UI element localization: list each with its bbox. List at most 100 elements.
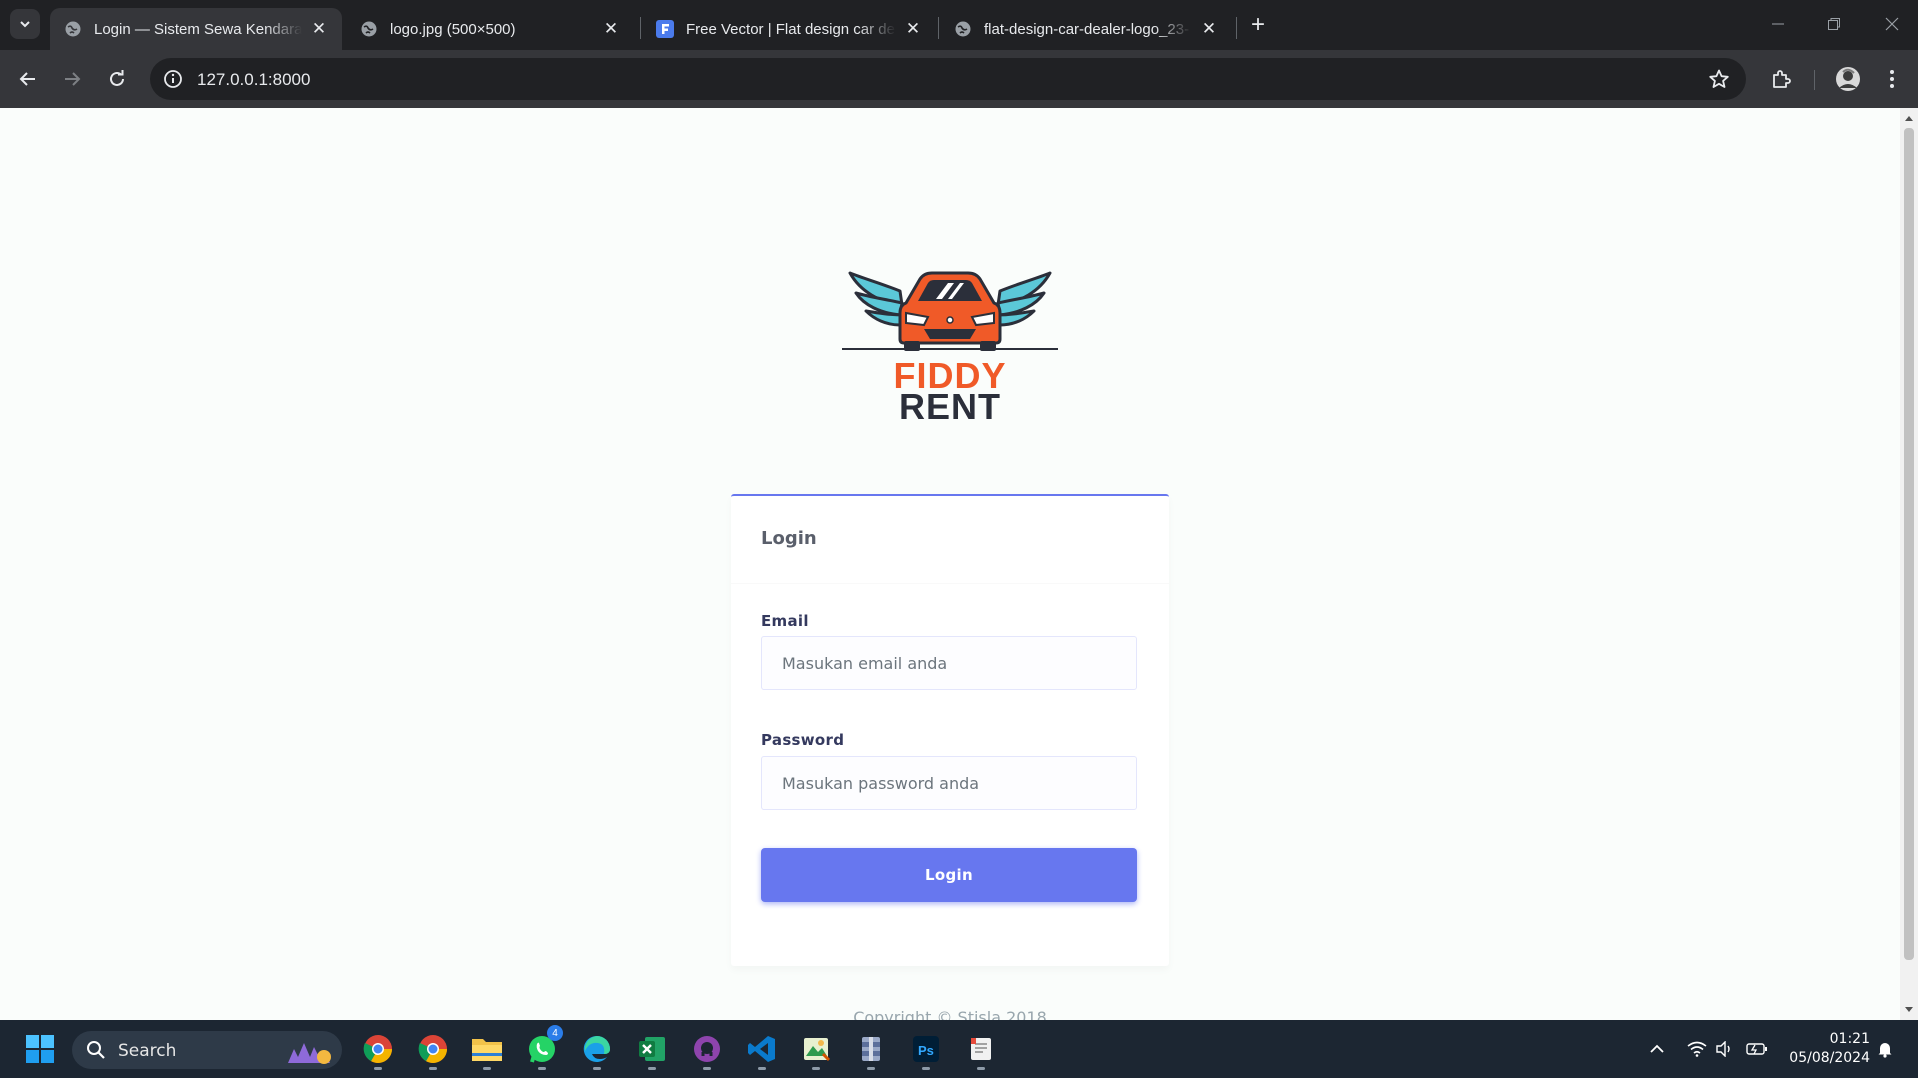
chrome-icon — [363, 1035, 392, 1063]
taskbar-chrome-1[interactable] — [357, 1028, 399, 1070]
running-indicator — [812, 1067, 820, 1070]
bookmark-star-icon[interactable] — [1708, 68, 1730, 90]
email-field[interactable] — [761, 636, 1137, 690]
restore-icon — [1828, 18, 1840, 30]
extensions-button[interactable] — [1767, 65, 1795, 93]
scroll-down-arrow[interactable] — [1905, 1007, 1913, 1012]
new-tab-button[interactable]: + — [1245, 11, 1271, 38]
taskbar-photoshop[interactable]: Ps — [905, 1028, 947, 1070]
start-button[interactable] — [19, 1028, 61, 1070]
battery-status[interactable] — [1746, 1038, 1768, 1060]
edge-icon — [583, 1035, 610, 1062]
taskbar-search[interactable]: Search — [72, 1031, 342, 1069]
copyright-text: Copyright © Stisla 2018 — [853, 1008, 1047, 1020]
taskbar-file-explorer[interactable] — [466, 1028, 508, 1070]
running-indicator — [922, 1067, 930, 1070]
windows-logo-icon — [26, 1035, 54, 1063]
chevron-down-icon — [20, 21, 30, 28]
close-icon[interactable]: ✕ — [310, 19, 328, 38]
running-indicator — [374, 1067, 382, 1070]
minimize-icon — [1772, 23, 1784, 25]
page-viewport: FIDDY RENT Login Email Password Login Co… — [0, 108, 1900, 1020]
page-scrollbar[interactable] — [1900, 108, 1918, 1020]
tab-title: flat-design-car-dealer-logo_23- — [984, 20, 1190, 38]
search-label: Search — [118, 1041, 177, 1061]
taskbar-chrome-2[interactable] — [412, 1028, 454, 1070]
running-indicator — [429, 1067, 437, 1070]
wifi-icon — [1687, 1041, 1707, 1057]
scroll-thumb[interactable] — [1904, 128, 1914, 960]
toolbar-divider — [1814, 70, 1815, 90]
tab-title: Free Vector | Flat design car dealer — [686, 20, 896, 38]
profile-avatar[interactable] — [1834, 65, 1862, 93]
archive-icon — [862, 1037, 880, 1061]
vscode-icon — [748, 1036, 775, 1062]
close-icon — [1885, 17, 1899, 31]
back-button[interactable] — [12, 63, 44, 95]
freepik-icon — [656, 20, 674, 38]
running-indicator — [593, 1067, 601, 1070]
taskbar-winrar[interactable] — [850, 1028, 892, 1070]
browser-toolbar: 127.0.0.1:8000 — [0, 50, 1918, 108]
password-field[interactable] — [761, 756, 1137, 810]
running-indicator — [703, 1067, 711, 1070]
taskbar-whatsapp[interactable]: 4 — [521, 1025, 563, 1070]
reload-button[interactable] — [101, 63, 133, 95]
running-indicator — [977, 1067, 985, 1070]
taskbar-vscode[interactable] — [741, 1028, 783, 1070]
volume-status[interactable] — [1714, 1038, 1736, 1060]
globe-icon — [954, 20, 972, 38]
close-window-button[interactable] — [1872, 10, 1912, 38]
taskbar-edge[interactable] — [576, 1028, 618, 1070]
search-icon — [87, 1041, 105, 1059]
system-clock[interactable]: 01:21 05/08/2024 — [1780, 1030, 1870, 1068]
taskbar-image-viewer[interactable] — [795, 1028, 837, 1070]
minimize-button[interactable] — [1758, 10, 1798, 38]
puzzle-icon — [1773, 70, 1791, 88]
show-hidden-icons-button[interactable] — [1646, 1038, 1668, 1060]
tab-separator — [640, 17, 641, 39]
tab-title: logo.jpg (500×500) — [390, 20, 516, 38]
windows-taskbar: Search 4 Ps 01:21 05/08/2024 — [0, 1020, 1918, 1078]
reload-icon — [110, 70, 124, 86]
restore-button[interactable] — [1814, 10, 1854, 38]
clock-date: 05/08/2024 — [1789, 1050, 1870, 1066]
taskbar-excel[interactable] — [631, 1028, 673, 1070]
taskbar-github-desktop[interactable] — [686, 1028, 728, 1070]
close-icon[interactable]: ✕ — [1200, 19, 1218, 38]
tab-logo-jpg[interactable]: logo.jpg (500×500) ✕ — [346, 8, 634, 50]
close-icon[interactable]: ✕ — [602, 19, 620, 38]
arrow-left-icon — [19, 72, 35, 86]
running-indicator — [538, 1067, 546, 1070]
running-indicator — [483, 1067, 491, 1070]
taskbar-snipping-tool[interactable] — [960, 1028, 1002, 1070]
tab-car-dealer-logo[interactable]: flat-design-car-dealer-logo_23- ✕ — [940, 8, 1232, 50]
running-indicator — [867, 1067, 875, 1070]
globe-icon — [360, 20, 378, 38]
browser-menu-button[interactable] — [1878, 65, 1906, 93]
winged-car-icon — [842, 271, 1058, 351]
notifications-button[interactable] — [1874, 1038, 1896, 1060]
close-icon[interactable]: ✕ — [904, 19, 922, 38]
fiddy-rent-logo: FIDDY RENT — [840, 243, 1060, 433]
browser-tabstrip: Login — Sistem Sewa Kendaraan ✕ logo.jpg… — [0, 0, 1918, 50]
scroll-up-arrow[interactable] — [1905, 116, 1913, 121]
notification-badge: 4 — [547, 1025, 563, 1041]
forward-button[interactable] — [56, 63, 88, 95]
logo-wordmark-bottom: RENT — [899, 386, 1001, 427]
battery-icon — [1746, 1043, 1767, 1055]
photoshop-icon: Ps — [913, 1036, 939, 1062]
github-icon — [694, 1036, 720, 1062]
tab-login[interactable]: Login — Sistem Sewa Kendaraan ✕ — [50, 8, 342, 50]
login-button[interactable]: Login — [761, 848, 1137, 902]
tab-search-button[interactable] — [10, 9, 40, 39]
globe-icon — [64, 20, 82, 38]
svg-text:Ps: Ps — [918, 1043, 934, 1058]
wifi-status[interactable] — [1686, 1038, 1708, 1060]
url-text[interactable]: 127.0.0.1:8000 — [197, 70, 310, 90]
clock-time: 01:21 — [1829, 1031, 1870, 1047]
tab-title: Login — Sistem Sewa Kendaraan — [94, 20, 302, 38]
info-icon[interactable] — [162, 68, 184, 90]
address-bar[interactable]: 127.0.0.1:8000 — [150, 58, 1746, 100]
tab-free-vector[interactable]: Free Vector | Flat design car dealer ✕ — [642, 8, 936, 50]
